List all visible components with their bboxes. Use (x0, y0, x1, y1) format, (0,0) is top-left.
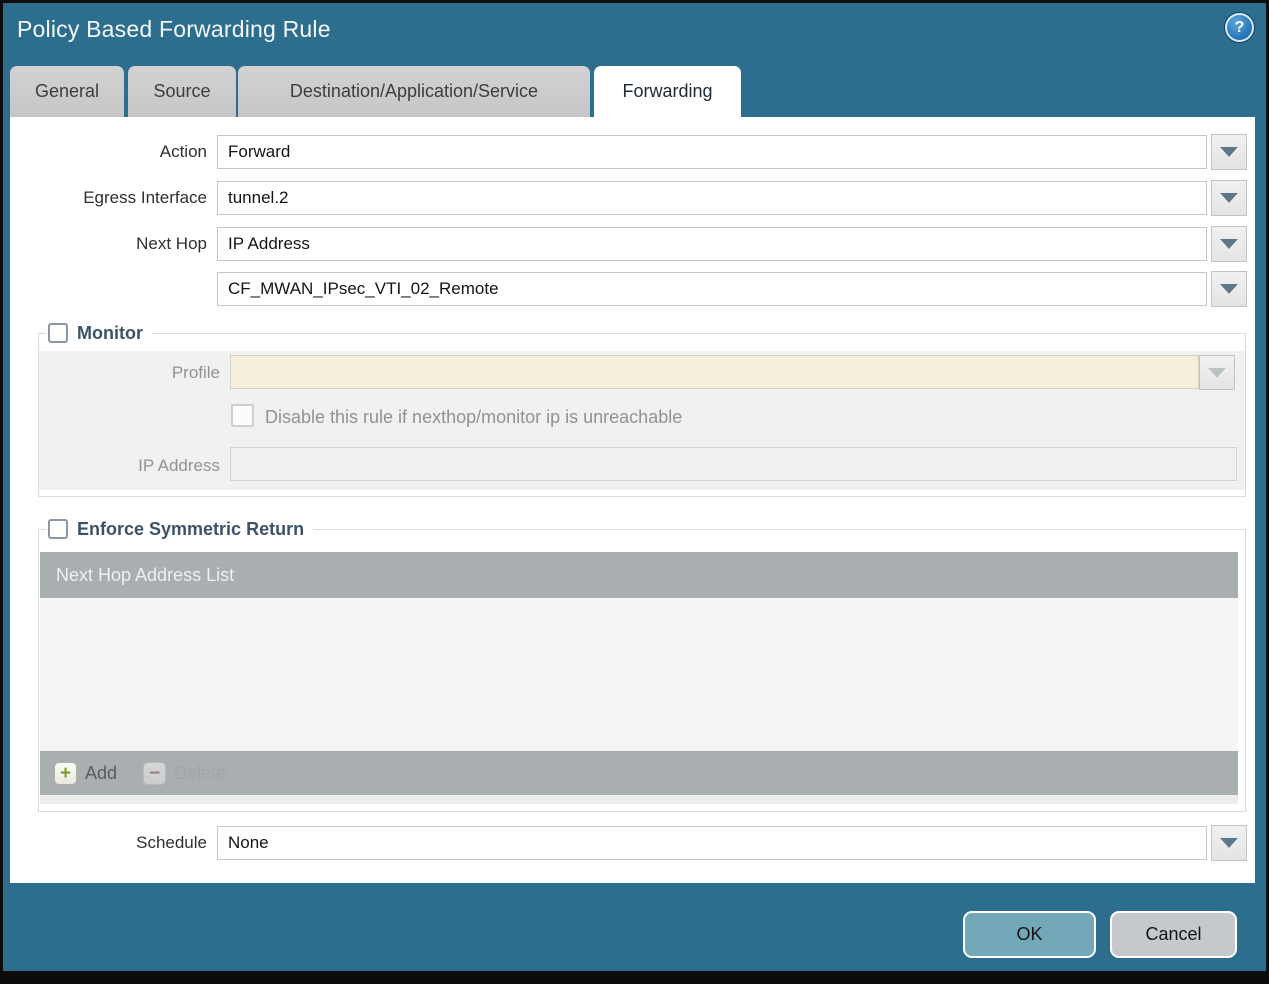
schedule-dropdown-button[interactable] (1211, 825, 1247, 861)
chevron-down-icon (1220, 284, 1238, 294)
next-hop-address-list-footer: + Add − Delete (40, 751, 1238, 795)
monitor-ip-address-input (230, 447, 1237, 481)
enforce-symmetric-return-title: Enforce Symmetric Return (77, 518, 305, 539)
enforce-symmetric-return-checkbox[interactable] (48, 519, 68, 539)
tab-source[interactable]: Source (128, 66, 236, 117)
policy-based-forwarding-dialog: Policy Based Forwarding Rule ? General S… (0, 0, 1269, 984)
forwarding-tab-panel: Action Egress Interface Next Hop Monitor… (10, 117, 1255, 883)
egress-interface-dropdown-button[interactable] (1211, 180, 1247, 216)
tab-forwarding[interactable]: Forwarding (594, 66, 741, 118)
enforce-symmetric-return-legend: Enforce Symmetric Return (46, 516, 314, 542)
egress-interface-label: Egress Interface (83, 188, 207, 207)
add-button-label: Add (85, 762, 118, 783)
dialog-title: Policy Based Forwarding Rule (17, 16, 331, 42)
monitor-checkbox[interactable] (48, 323, 68, 343)
chevron-down-icon (1208, 367, 1226, 378)
monitor-legend: Monitor (46, 320, 152, 346)
egress-interface-input[interactable] (217, 181, 1207, 215)
monitor-profile-input (230, 355, 1199, 389)
next-hop-address-dropdown-button[interactable] (1211, 271, 1247, 307)
action-input[interactable] (217, 135, 1207, 169)
monitor-profile-dropdown-button (1199, 355, 1235, 390)
add-button[interactable]: + Add (54, 761, 118, 785)
chevron-down-icon (1220, 239, 1238, 249)
table-scroll-strip (40, 795, 1238, 804)
next-hop-address-list-body[interactable] (40, 598, 1238, 751)
tab-destination-application-service[interactable]: Destination/Application/Service (238, 66, 590, 117)
action-dropdown-button[interactable] (1211, 134, 1247, 170)
window-bottom-edge (0, 971, 1269, 984)
action-label: Action (159, 142, 207, 161)
next-hop-type-input[interactable] (217, 227, 1207, 261)
next-hop-type-dropdown-button[interactable] (1211, 226, 1247, 262)
disable-rule-checkbox (231, 404, 254, 427)
delete-button-label: Delete (174, 762, 227, 783)
monitor-profile-label: Profile (171, 363, 220, 382)
monitor-ip-address-label: IP Address (138, 456, 220, 475)
disable-rule-label: Disable this rule if nexthop/monitor ip … (265, 407, 683, 427)
chevron-down-icon (1220, 147, 1238, 157)
add-icon: + (54, 761, 77, 785)
chevron-down-icon (1220, 838, 1238, 848)
schedule-input[interactable] (217, 826, 1207, 860)
next-hop-label: Next Hop (136, 234, 207, 253)
monitor-section-title: Monitor (77, 322, 143, 343)
help-icon[interactable]: ? (1225, 13, 1254, 42)
delete-icon: − (143, 761, 167, 785)
next-hop-address-list-header: Next Hop Address List (40, 552, 1238, 598)
next-hop-address-input[interactable] (217, 272, 1207, 306)
tab-general[interactable]: General (10, 66, 124, 117)
schedule-label: Schedule (136, 833, 207, 852)
ok-button[interactable]: OK (963, 911, 1096, 958)
chevron-down-icon (1220, 193, 1238, 203)
cancel-button[interactable]: Cancel (1110, 911, 1237, 958)
delete-button[interactable]: − Delete (143, 761, 227, 785)
